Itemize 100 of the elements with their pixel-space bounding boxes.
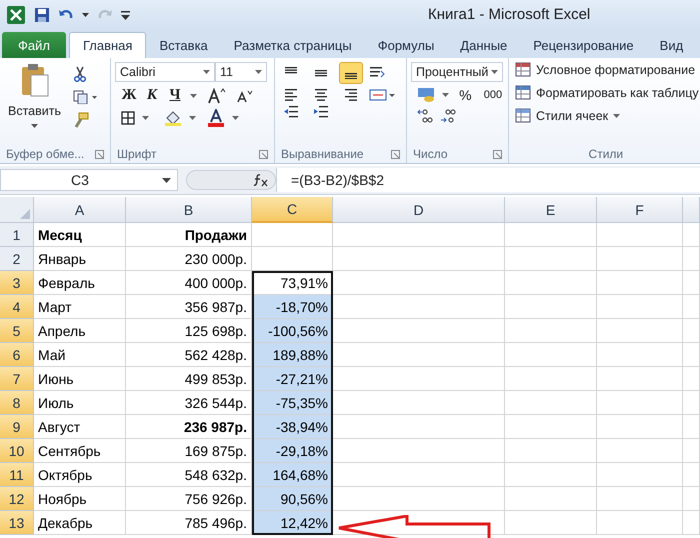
styles-button[interactable]: Условное форматирование [515, 62, 699, 77]
wrap-text-icon[interactable] [369, 66, 385, 80]
row-header[interactable]: 11 [0, 463, 34, 487]
file-tab[interactable]: Файл [2, 32, 66, 58]
row-header[interactable]: 8 [0, 391, 34, 415]
row-header[interactable]: 13 [0, 511, 34, 535]
bold-button[interactable]: Ж [121, 87, 137, 104]
row-header[interactable]: 12 [0, 487, 34, 511]
empty-cell [683, 295, 700, 319]
horizontal-align-icon[interactable] [284, 89, 298, 101]
currency-icon[interactable] [417, 87, 435, 103]
paste-button[interactable]: Вставить [4, 62, 65, 145]
name-box[interactable]: C3 [0, 169, 178, 191]
row-header[interactable]: 1 [0, 223, 34, 247]
dropdown-arrow-icon[interactable] [442, 93, 449, 97]
table-cell: 400 000р. [126, 271, 252, 295]
caret-icon [31, 124, 38, 128]
dialog-launcher-icon[interactable] [259, 150, 268, 158]
dropdown-arrow-icon[interactable] [190, 94, 197, 98]
empty-cell [683, 271, 700, 295]
ribbon-tab[interactable]: Рецензирование [520, 32, 647, 58]
thousands-separator-button[interactable]: 000 [482, 89, 504, 101]
table-cell: 356 987р. [126, 295, 252, 319]
table-cell: 548 632р. [126, 463, 252, 487]
table-cell: 562 428р. [126, 343, 252, 367]
increase-decimal-icon[interactable] [417, 108, 433, 124]
ribbon-tab[interactable]: Вид [646, 32, 696, 58]
table-cell: Февраль [34, 271, 126, 295]
row-header[interactable]: 7 [0, 367, 34, 391]
table-cell: -100,56% [252, 319, 333, 343]
percent-button[interactable]: % [456, 87, 475, 103]
number-format-field[interactable]: Процентный [411, 62, 503, 82]
save-icon[interactable] [34, 7, 50, 23]
cut-icon[interactable] [73, 66, 87, 82]
merge-cells-icon[interactable] [369, 89, 395, 101]
fill-color-icon[interactable] [164, 110, 182, 126]
dialog-launcher-icon[interactable] [391, 150, 400, 158]
dialog-launcher-icon[interactable] [95, 150, 104, 158]
table-cell: 189,88% [252, 343, 333, 367]
row-header[interactable]: 3 [0, 271, 34, 295]
font-name-field[interactable]: Calibri [115, 62, 215, 82]
format-painter-icon[interactable] [73, 112, 89, 128]
dropdown-arrow-icon[interactable] [82, 13, 89, 17]
shrink-font-icon[interactable] [237, 88, 253, 102]
empty-cell [683, 511, 700, 535]
dropdown-arrow-icon[interactable] [189, 116, 196, 120]
column-header[interactable]: E [505, 197, 597, 223]
dialog-launcher-icon[interactable] [493, 150, 502, 158]
column-header[interactable]: C [252, 197, 333, 223]
row-header[interactable]: 9 [0, 415, 34, 439]
column-header[interactable]: D [333, 197, 505, 223]
row-header[interactable]: 10 [0, 439, 34, 463]
formula-field[interactable]: =(B3-B2)/$B$2 [276, 168, 700, 192]
column-header[interactable]: F [597, 197, 683, 223]
row-header[interactable]: 6 [0, 343, 34, 367]
column-header[interactable]: B [126, 197, 252, 223]
grow-font-icon[interactable] [208, 88, 226, 104]
ribbon-tab[interactable]: Разметка страницы [220, 32, 365, 58]
table-cell: -27,21% [252, 367, 333, 391]
group-label: Выравнивание [281, 147, 364, 161]
empty-cell [683, 487, 700, 511]
column-header[interactable]: A [34, 197, 126, 223]
ribbon-tab[interactable]: Формулы [364, 32, 448, 58]
copy-icon[interactable] [73, 90, 97, 104]
font-color-icon[interactable] [207, 109, 225, 127]
horizontal-align-icon[interactable] [344, 89, 358, 101]
table-cell: 236 987р. [126, 415, 252, 439]
increase-indent-icon[interactable] [314, 106, 328, 118]
decrease-decimal-icon[interactable] [440, 108, 456, 124]
empty-cell [683, 463, 700, 487]
dropdown-arrow-icon[interactable] [232, 116, 239, 120]
dropdown-arrow-icon[interactable] [142, 116, 149, 120]
ribbon-tab[interactable]: Главная [68, 32, 146, 58]
table-cell: 90,56% [252, 487, 333, 511]
group-label: Стили [588, 147, 624, 161]
vertical-align-button[interactable] [339, 62, 363, 84]
table-cell: 756 926р. [126, 487, 252, 511]
borders-icon[interactable] [121, 111, 135, 125]
underline-button[interactable]: Ч [167, 87, 183, 104]
customize-toolbar-icon[interactable] [121, 10, 130, 20]
table-cell: Март [34, 295, 126, 319]
align-lines-icon [314, 67, 328, 79]
ribbon-tab[interactable]: Данные [447, 32, 520, 58]
insert-function-icon[interactable] [253, 173, 269, 187]
table-cell: Июль [34, 391, 126, 415]
table-cell: -18,70% [252, 295, 333, 319]
row-header[interactable]: 4 [0, 295, 34, 319]
font-size-field[interactable]: 11 [215, 62, 267, 82]
row-header[interactable]: 5 [0, 319, 34, 343]
row-header[interactable]: 2 [0, 247, 34, 271]
empty-cell [683, 439, 700, 463]
ribbon-tab[interactable]: Вставка [146, 32, 221, 58]
italic-button[interactable]: К [144, 87, 160, 104]
decrease-indent-icon[interactable] [284, 106, 298, 118]
window-title: Книга1 - Microsoft Excel [428, 6, 590, 23]
styles-button[interactable]: Форматировать как таблицу [515, 85, 699, 100]
horizontal-align-icon[interactable] [314, 89, 328, 101]
empty-cell [683, 415, 700, 439]
empty-cell [683, 247, 700, 271]
styles-button[interactable]: Стили ячеек [515, 108, 699, 123]
